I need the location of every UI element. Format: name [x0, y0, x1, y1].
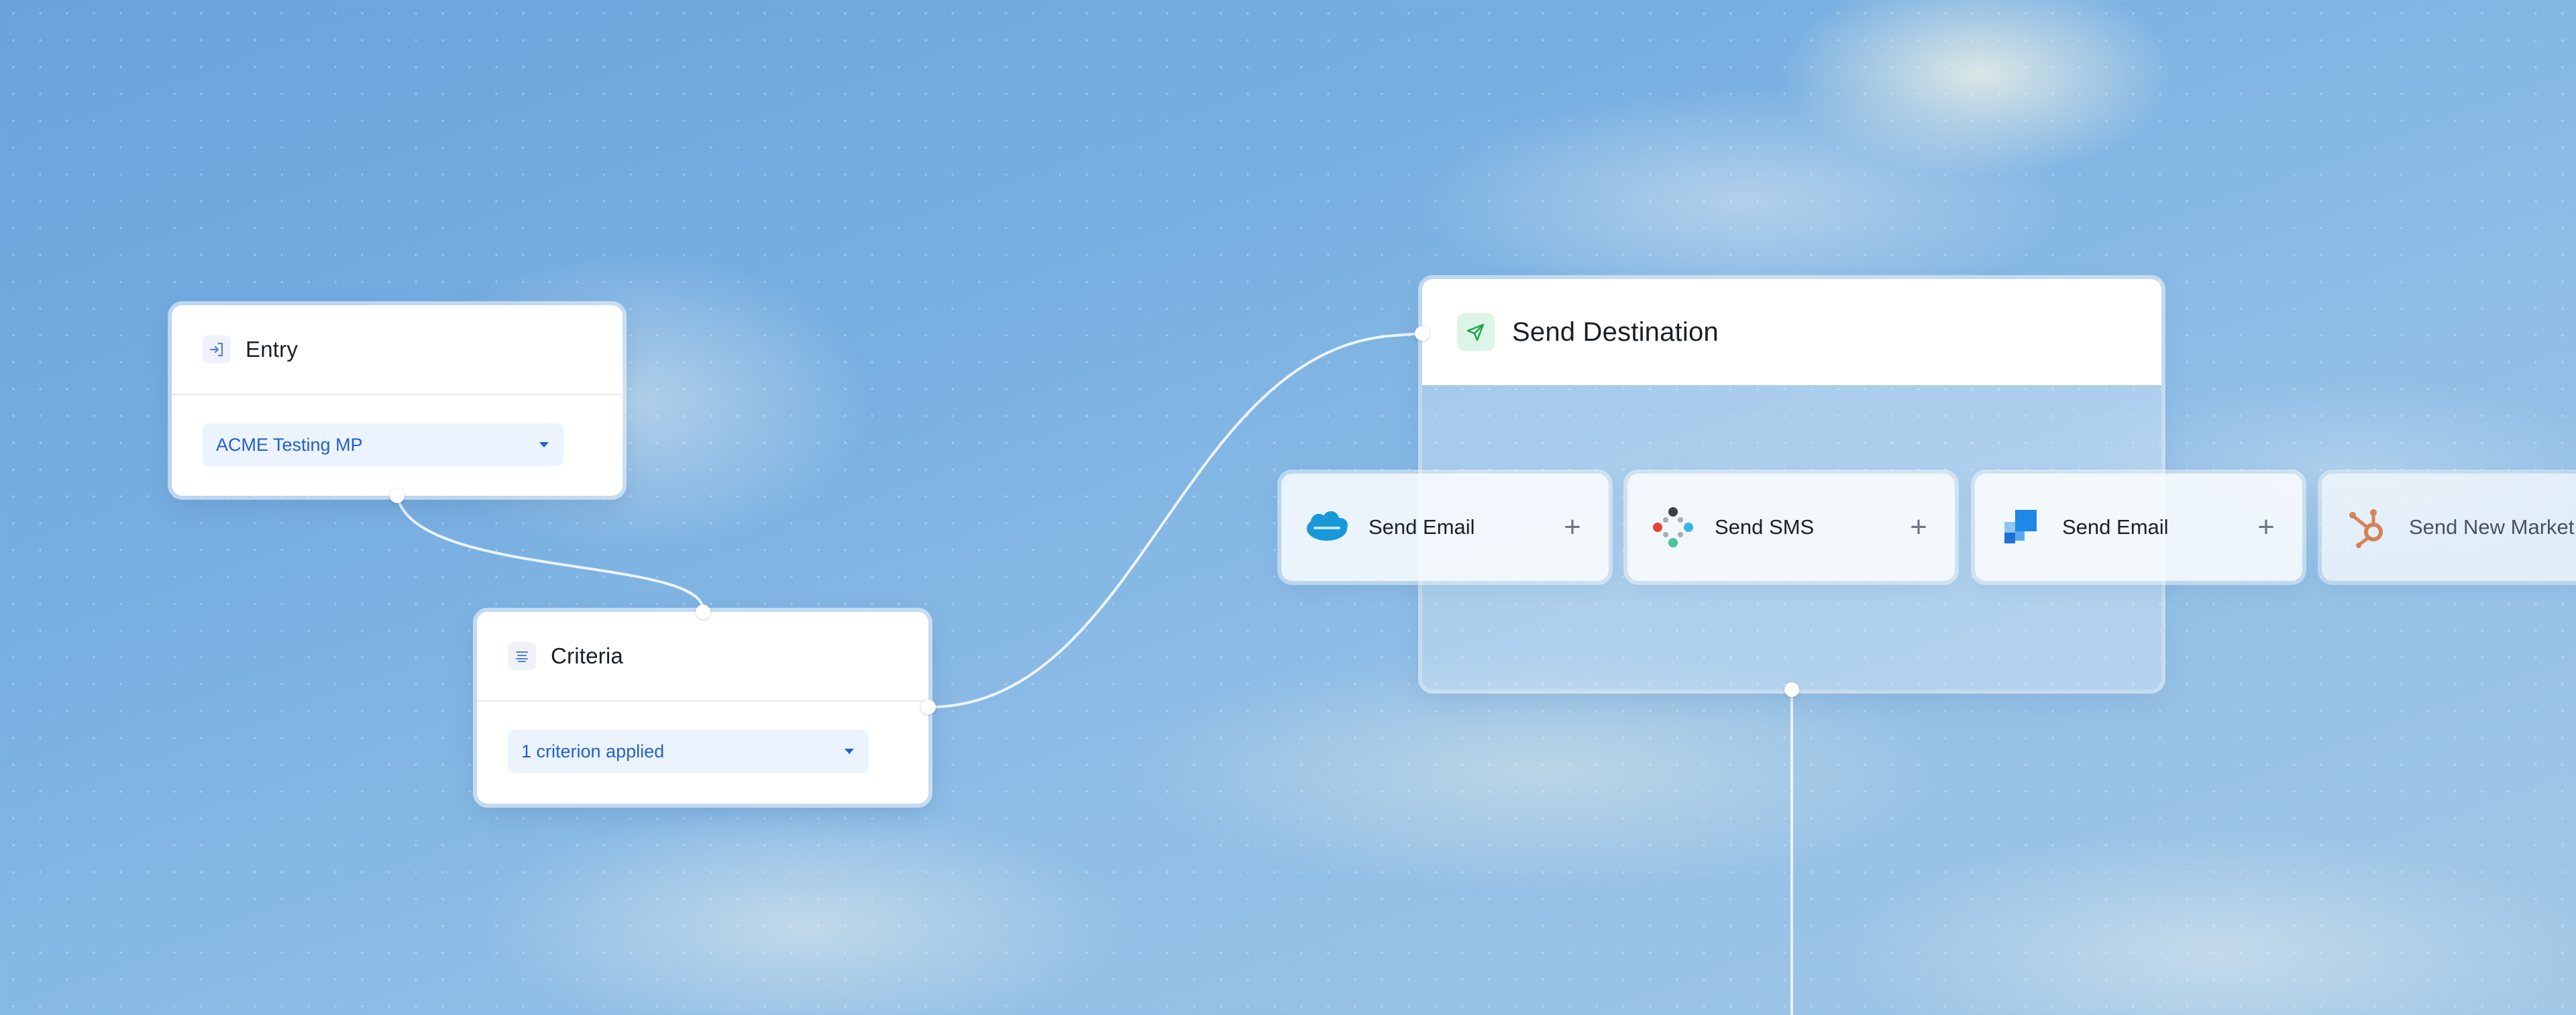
criteria-output-port[interactable]	[921, 700, 936, 714]
action-label: Send Email	[2062, 515, 2169, 539]
destination-input-port[interactable]	[1415, 326, 1430, 341]
add-icon[interactable]: +	[1559, 513, 1586, 542]
list-filter-icon	[508, 642, 536, 670]
criteria-divider	[477, 700, 928, 702]
action-card-salesforce-send-email[interactable]: Send Email +	[1281, 474, 1609, 581]
send-destination-title: Send Destination	[1512, 317, 1719, 347]
send-destination-header: Send Destination	[1422, 279, 2161, 385]
entry-divider	[172, 394, 623, 395]
entry-output-port[interactable]	[390, 488, 405, 503]
entry-node-header: Entry	[172, 305, 623, 394]
segment-dots-logo	[1650, 504, 1696, 550]
criteria-input-port[interactable]	[696, 604, 710, 619]
add-icon[interactable]: +	[1905, 513, 1932, 542]
action-label: Send Email	[1368, 515, 1475, 539]
entry-select-value: ACME Testing MP	[216, 434, 363, 455]
connector-entry-criteria	[396, 496, 704, 608]
add-icon[interactable]: +	[2253, 513, 2279, 542]
criteria-node-title: Criteria	[551, 643, 623, 668]
action-card-send-sms[interactable]: Send SMS +	[1627, 474, 1955, 581]
criteria-select-value: 1 criterion applied	[521, 741, 665, 761]
action-label: Send New Market	[2409, 515, 2575, 539]
action-card-hubspot[interactable]: Send New Market	[2322, 474, 2576, 581]
destination-output-port[interactable]	[1784, 682, 1799, 697]
action-label: Send SMS	[1715, 515, 1815, 539]
criteria-node[interactable]: Criteria 1 criterion applied	[477, 604, 936, 804]
entry-node-title: Entry	[246, 337, 299, 362]
hubspot-logo	[2345, 504, 2390, 550]
salesforce-logo	[1304, 504, 1350, 550]
entry-arrow-icon	[203, 335, 231, 364]
chevron-down-icon	[539, 442, 549, 447]
blue-squares-logo	[1998, 504, 2043, 550]
criteria-node-header: Criteria	[477, 612, 928, 700]
entry-source-select[interactable]: ACME Testing MP	[203, 423, 564, 466]
action-card-send-email[interactable]: Send Email +	[1975, 474, 2302, 581]
entry-node[interactable]: Entry ACME Testing MP	[172, 305, 623, 503]
chevron-down-icon	[845, 749, 854, 754]
paper-plane-icon	[1457, 313, 1495, 351]
criteria-select[interactable]: 1 criterion applied	[508, 730, 869, 773]
